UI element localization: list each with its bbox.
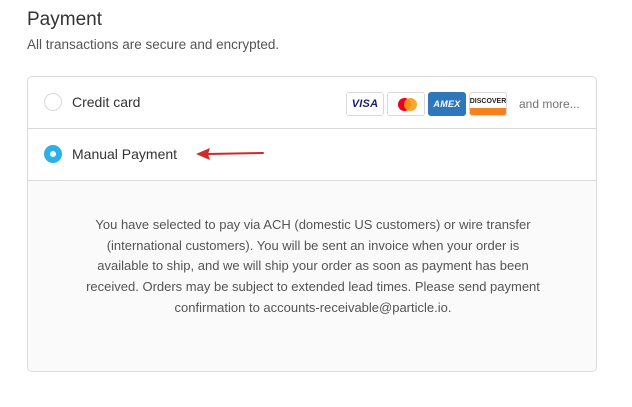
discover-orange-band	[470, 108, 506, 115]
manual-payment-info-panel: You have selected to pay via ACH (domest…	[28, 181, 596, 371]
payment-methods-box: Credit card VISA AMEX DISCOVER and more.…	[27, 76, 597, 372]
visa-card-icon: VISA	[346, 92, 384, 116]
discover-card-icon: DISCOVER	[469, 92, 507, 116]
annotation-arrow-icon	[196, 148, 264, 160]
amex-card-icon: AMEX	[428, 92, 466, 116]
mastercard-yellow-circle	[404, 98, 417, 111]
credit-card-option[interactable]: Credit card VISA AMEX DISCOVER and more.…	[28, 77, 596, 129]
discover-card-text: DISCOVER	[469, 98, 507, 105]
credit-card-radio[interactable]	[44, 93, 62, 111]
manual-payment-radio[interactable]	[44, 145, 62, 163]
payment-section-title: Payment	[27, 9, 102, 30]
payment-section-subtitle: All transactions are secure and encrypte…	[27, 37, 280, 52]
more-cards-text: and more...	[519, 97, 580, 111]
manual-payment-description: You have selected to pay via ACH (domest…	[86, 217, 540, 315]
manual-payment-option[interactable]: Manual Payment	[28, 129, 596, 181]
credit-card-label[interactable]: Credit card	[72, 94, 140, 110]
card-brand-icons: VISA AMEX DISCOVER	[346, 92, 510, 116]
payment-page: Payment All transactions are secure and …	[0, 0, 632, 407]
manual-payment-label[interactable]: Manual Payment	[72, 146, 177, 162]
mastercard-card-icon	[387, 92, 425, 116]
